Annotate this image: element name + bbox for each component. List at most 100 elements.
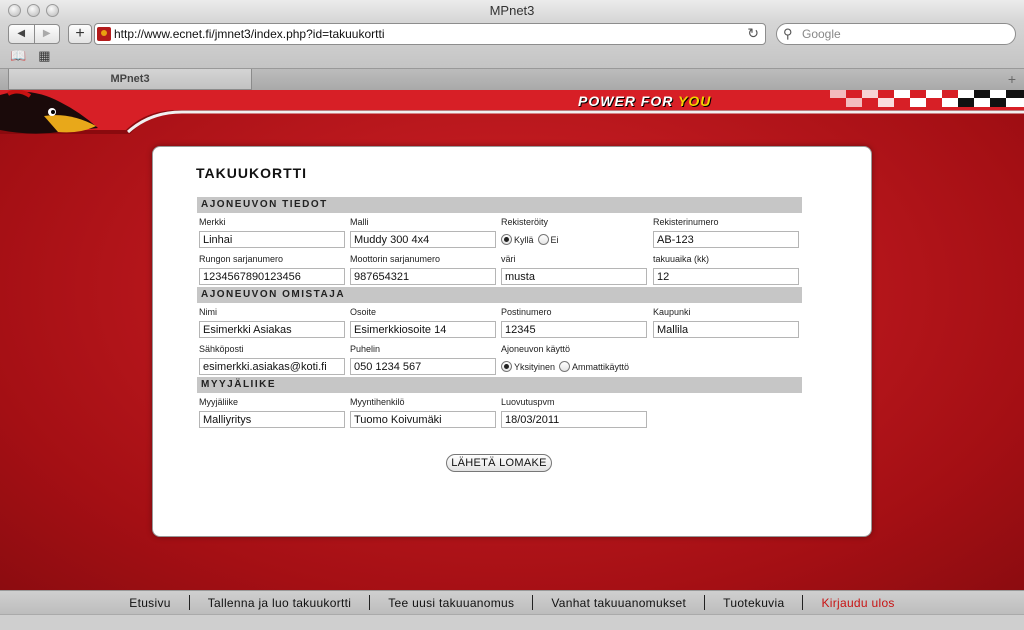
page-title: TAKUUKORTTI (196, 165, 308, 181)
window-titlebar: MPnet3 (0, 0, 1024, 22)
history-nav[interactable]: ◀ ▶ (8, 24, 60, 44)
label-kaupunki: Kaupunki (653, 307, 691, 317)
nav-tuotekuvia[interactable]: Tuotekuvia (705, 596, 802, 610)
radio-yksityinen[interactable] (501, 361, 512, 372)
warranty-form-card: TAKUUKORTTI AJONEUVON TIEDOT Merkki Mall… (152, 146, 872, 537)
nav-tallenna[interactable]: Tallenna ja luo takuukortti (190, 596, 370, 610)
search-field[interactable]: ⚲ Google (776, 23, 1016, 45)
reload-icon[interactable]: ↻ (747, 25, 759, 42)
label-rungon-sarjanumero: Rungon sarjanumero (199, 254, 284, 264)
rekisterinumero-input[interactable] (653, 231, 799, 248)
field-vari: väri (501, 254, 647, 285)
browser-toolbar: ◀ ▶ + http://www.ecnet.fi/jmnet3/index.p… (0, 22, 1024, 68)
luovutuspvm-input[interactable] (501, 411, 647, 428)
label-rekisterinumero: Rekisterinumero (653, 217, 719, 227)
section-header-vehicle: AJONEUVON TIEDOT (197, 197, 802, 213)
browser-status-bar (0, 614, 1024, 630)
slogan-you: YOU (677, 93, 712, 109)
sahkoposti-input[interactable] (199, 358, 345, 375)
malli-input[interactable] (350, 231, 496, 248)
section-header-owner: AJONEUVON OMISTAJA (197, 287, 802, 303)
slogan-power: POWER (578, 93, 641, 109)
label-sahkoposti: Sähköposti (199, 344, 244, 354)
minimize-window-button[interactable] (27, 4, 40, 17)
label-osoite: Osoite (350, 307, 377, 317)
tab-mpnet3[interactable]: MPnet3 (8, 69, 252, 90)
submit-form-button[interactable]: LÄHETÄ LOMAKE (446, 454, 552, 472)
kaupunki-input[interactable] (653, 321, 799, 338)
label-merkki: Merkki (199, 217, 226, 227)
field-myyjaliike: Myyjäliike (199, 397, 345, 428)
label-luovutuspvm: Luovutuspvm (501, 397, 555, 407)
rekisteroity-radio-group: Kyllä Ei (501, 231, 647, 248)
nav-etusivu[interactable]: Etusivu (111, 596, 188, 610)
nav-vanhat-takuuanomukset[interactable]: Vanhat takuuanomukset (533, 596, 704, 610)
url-text[interactable]: http://www.ecnet.fi/jmnet3/index.php?id=… (114, 27, 385, 41)
label-nimi: Nimi (199, 307, 217, 317)
rungon-sarjanumero-input[interactable] (199, 268, 345, 285)
label-moottorin-sarjanumero: Moottorin sarjanumero (350, 254, 441, 264)
radio-yksityinen-label: Yksityinen (514, 361, 556, 372)
label-rekisteroity: Rekisteröity (501, 217, 549, 227)
field-luovutuspvm: Luovutuspvm (501, 397, 647, 428)
osoite-input[interactable] (350, 321, 496, 338)
moottorin-sarjanumero-input[interactable] (350, 268, 496, 285)
brand-slogan: POWER FOR YOU (578, 93, 711, 109)
field-takuuaika: takuuaika (kk) (653, 254, 799, 285)
forward-arrow-icon[interactable]: ▶ (33, 25, 60, 43)
new-tab-icon[interactable]: + (1008, 71, 1016, 87)
field-sahkoposti: Sähköposti (199, 344, 345, 375)
field-osoite: Osoite (350, 307, 496, 338)
field-kaytto: Ajoneuvon käyttö Yksityinen Ammattikäytt… (501, 344, 671, 375)
field-rekisteroity: Rekisteröity Kyllä Ei (501, 217, 647, 248)
label-takuuaika: takuuaika (kk) (653, 254, 710, 264)
vari-input[interactable] (501, 268, 647, 285)
close-window-button[interactable] (8, 4, 21, 17)
postinumero-input[interactable] (501, 321, 647, 338)
window-title: MPnet3 (489, 3, 535, 18)
field-rekisterinumero: Rekisterinumero (653, 217, 799, 248)
site-favicon-icon (97, 27, 111, 41)
radio-ei-label: Ei (550, 234, 559, 245)
back-arrow-icon[interactable]: ◀ (9, 25, 34, 43)
myyjaliike-input[interactable] (199, 411, 345, 428)
label-malli: Malli (350, 217, 369, 227)
radio-ei[interactable] (537, 234, 549, 245)
section-header-dealer: MYYJÄLIIKE (197, 377, 802, 393)
label-myyntihenkilo: Myyntihenkilö (350, 397, 405, 407)
merkki-input[interactable] (199, 231, 345, 248)
radio-ammattikaytto-label: Ammattikäyttö (572, 361, 630, 372)
nav-kirjaudu-ulos[interactable]: Kirjaudu ulos (803, 596, 912, 610)
field-merkki: Merkki (199, 217, 345, 248)
field-puhelin: Puhelin (350, 344, 496, 375)
field-kaupunki: Kaupunki (653, 307, 799, 338)
window-controls[interactable] (8, 4, 59, 17)
top-sites-grid-icon[interactable]: ▦ (38, 48, 50, 64)
header-banner (0, 90, 1024, 134)
bottom-navigation: Etusivu Tallenna ja luo takuukortti Tee … (0, 590, 1024, 614)
radio-ammattikaytto[interactable] (559, 361, 571, 372)
radio-kylla-label: Kyllä (514, 234, 534, 245)
field-rungon-sarjanumero: Rungon sarjanumero (199, 254, 345, 285)
page-background: POWER FOR YOU TAKUUKORTTI AJONEUVON TIED… (0, 90, 1024, 590)
takuuaika-input[interactable] (653, 268, 799, 285)
kaytto-radio-group: Yksityinen Ammattikäyttö (501, 358, 671, 375)
label-vari: väri (501, 254, 516, 264)
bookmarks-bar: 📖 ▦ (10, 48, 50, 64)
bookmarks-book-icon[interactable]: 📖 (10, 48, 26, 64)
address-bar[interactable]: http://www.ecnet.fi/jmnet3/index.php?id=… (94, 23, 766, 45)
zoom-window-button[interactable] (46, 4, 59, 17)
field-myyntihenkilo: Myyntihenkilö (350, 397, 496, 428)
label-kaytto: Ajoneuvon käyttö (501, 344, 571, 354)
myyntihenkilo-input[interactable] (350, 411, 496, 428)
radio-kylla[interactable] (501, 234, 512, 245)
field-moottorin-sarjanumero: Moottorin sarjanumero (350, 254, 496, 285)
puhelin-input[interactable] (350, 358, 496, 375)
label-myyjaliike: Myyjäliike (199, 397, 239, 407)
field-malli: Malli (350, 217, 496, 248)
nav-uusi-takuuanomus[interactable]: Tee uusi takuuanomus (370, 596, 532, 610)
nimi-input[interactable] (199, 321, 345, 338)
add-bookmark-button[interactable]: + (68, 24, 92, 44)
search-placeholder: Google (802, 27, 841, 41)
search-icon: ⚲ (783, 26, 793, 41)
